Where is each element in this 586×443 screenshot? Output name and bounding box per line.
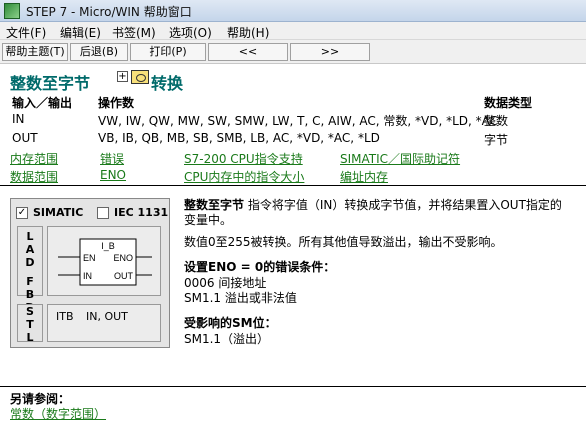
link-cpu-size[interactable]: CPU内存中的指令大小 [184, 168, 304, 185]
sm-title: 受影响的SM位： [184, 316, 277, 330]
eno-title: 设置ENO = 0的错误条件： [184, 260, 336, 274]
simatic-checkbox[interactable]: ✓ [16, 207, 28, 219]
link-s7-support[interactable]: S7-200 CPU指令支持 [184, 150, 303, 167]
sm-item: SM1.1（溢出） [184, 332, 270, 346]
help-topics-button[interactable]: 帮助主题(T) [2, 43, 68, 61]
header-io: 输入／输出 [12, 96, 73, 110]
link-compile-mem[interactable]: 编址内存 [340, 168, 388, 185]
row-in-io: IN [12, 112, 25, 126]
stl-mnemonic: ITB [56, 310, 74, 323]
row-out-operands: VB, IB, QB, MB, SB, SMB, LB, AC, *VD, *A… [98, 131, 380, 145]
lad-letter-1: L [26, 230, 34, 243]
stl-code: ITB IN, OUT [47, 304, 161, 342]
lad-letter-3: D [25, 256, 35, 269]
menu-bookmarks[interactable]: 书签(M) [112, 24, 156, 41]
menu-options[interactable]: 选项(O) [169, 24, 212, 41]
expand-icon[interactable]: + [117, 71, 128, 82]
print-button[interactable]: 打印(P) [130, 43, 206, 61]
stl-label: S T L [17, 304, 43, 344]
eno-condition-2: SM1.1 溢出或非法值 [184, 291, 297, 305]
link-constants[interactable]: 常数（数字范围） [10, 405, 106, 422]
fbd-letter-2: B [25, 288, 35, 301]
row-in-operands: VW, IW, QW, MW, SW, SMW, LW, T, C, AIW, … [98, 114, 499, 128]
header-operands: 操作数 [98, 96, 135, 110]
simatic-label: SIMATIC [33, 206, 84, 219]
divider-top [0, 185, 586, 186]
pin-en: EN [83, 253, 96, 263]
menu-file[interactable]: 文件(F) [6, 24, 46, 41]
link-data-range[interactable]: 数据范围 [10, 168, 58, 185]
next-button[interactable]: >> [290, 43, 370, 61]
ladder-diagram: I_B EN ENO IN OUT [47, 226, 161, 296]
topic-category: 转换 [151, 74, 184, 93]
pin-in: IN [83, 271, 92, 281]
topic-title: 整数至字节 [10, 74, 91, 93]
menu-bar: 文件(F) 编辑(E) 书签(M) 选项(O) 帮助(H) [0, 22, 586, 40]
row-in-datatype: 整数 [484, 114, 509, 128]
row-out-io: OUT [12, 131, 38, 145]
ib-block-diagram: I_B EN ENO IN OUT [58, 238, 152, 286]
link-eno[interactable]: ENO [100, 168, 126, 182]
header-datatype: 数据类型 [484, 96, 533, 110]
menu-edit[interactable]: 编辑(E) [60, 24, 101, 41]
desc-bold: 整数至字节 [184, 198, 245, 212]
stl-letter-3: L [26, 331, 34, 344]
divider-bottom [0, 386, 586, 387]
toolbar: 帮助主题(T) 后退(B) 打印(P) << >> [0, 40, 586, 64]
title-bar: STEP 7 - Micro/WIN 帮助窗口 [0, 0, 586, 22]
stl-operands: IN, OUT [86, 310, 128, 323]
stl-letter-2: T [26, 318, 34, 331]
link-errors[interactable]: 错误 [100, 150, 124, 167]
pin-out: OUT [114, 271, 134, 281]
lad-fbd-label: L A D F B D [17, 226, 43, 314]
fbd-letter-1: F [26, 275, 34, 288]
desc-line2: 变量中。 [184, 213, 233, 227]
prev-button[interactable]: << [208, 43, 288, 61]
desc-line1: 指令将字值（IN）转换成字节值，并将结果置入OUT指定的 [247, 198, 562, 212]
iec-checkbox[interactable] [97, 207, 109, 219]
back-button[interactable]: 后退(B) [70, 43, 128, 61]
row-out-datatype: 字节 [484, 133, 509, 147]
pin-eno: ENO [113, 253, 133, 263]
stl-letter-1: S [26, 305, 34, 318]
help-content: 整数至字节 + 转换 输入／输出 操作数 数据类型 IN VW, IW, QW,… [0, 64, 586, 443]
iec-label: IEC 1131 [114, 206, 169, 219]
convert-icon [131, 70, 149, 84]
menu-help[interactable]: 帮助(H) [227, 24, 269, 41]
app-icon [4, 3, 20, 19]
lad-letter-2: A [25, 243, 35, 256]
desc-range: 数值0至255被转换。所有其他值导致溢出，输出不受影响。 [184, 235, 503, 249]
link-simatic-intl[interactable]: SIMATIC／国际助记符 [340, 150, 460, 167]
eno-condition-1: 0006 间接地址 [184, 276, 267, 290]
description-para: 整数至字节 指令将字值（IN）转换成字节值，并将结果置入OUT指定的 变量中。 [184, 198, 562, 228]
instruction-panel: ✓ SIMATIC IEC 1131 L A D F B D I_B EN EN… [10, 198, 170, 348]
link-memory-range[interactable]: 内存范围 [10, 150, 58, 167]
block-title: I_B [101, 241, 115, 251]
window-title: STEP 7 - Micro/WIN 帮助窗口 [26, 5, 192, 19]
